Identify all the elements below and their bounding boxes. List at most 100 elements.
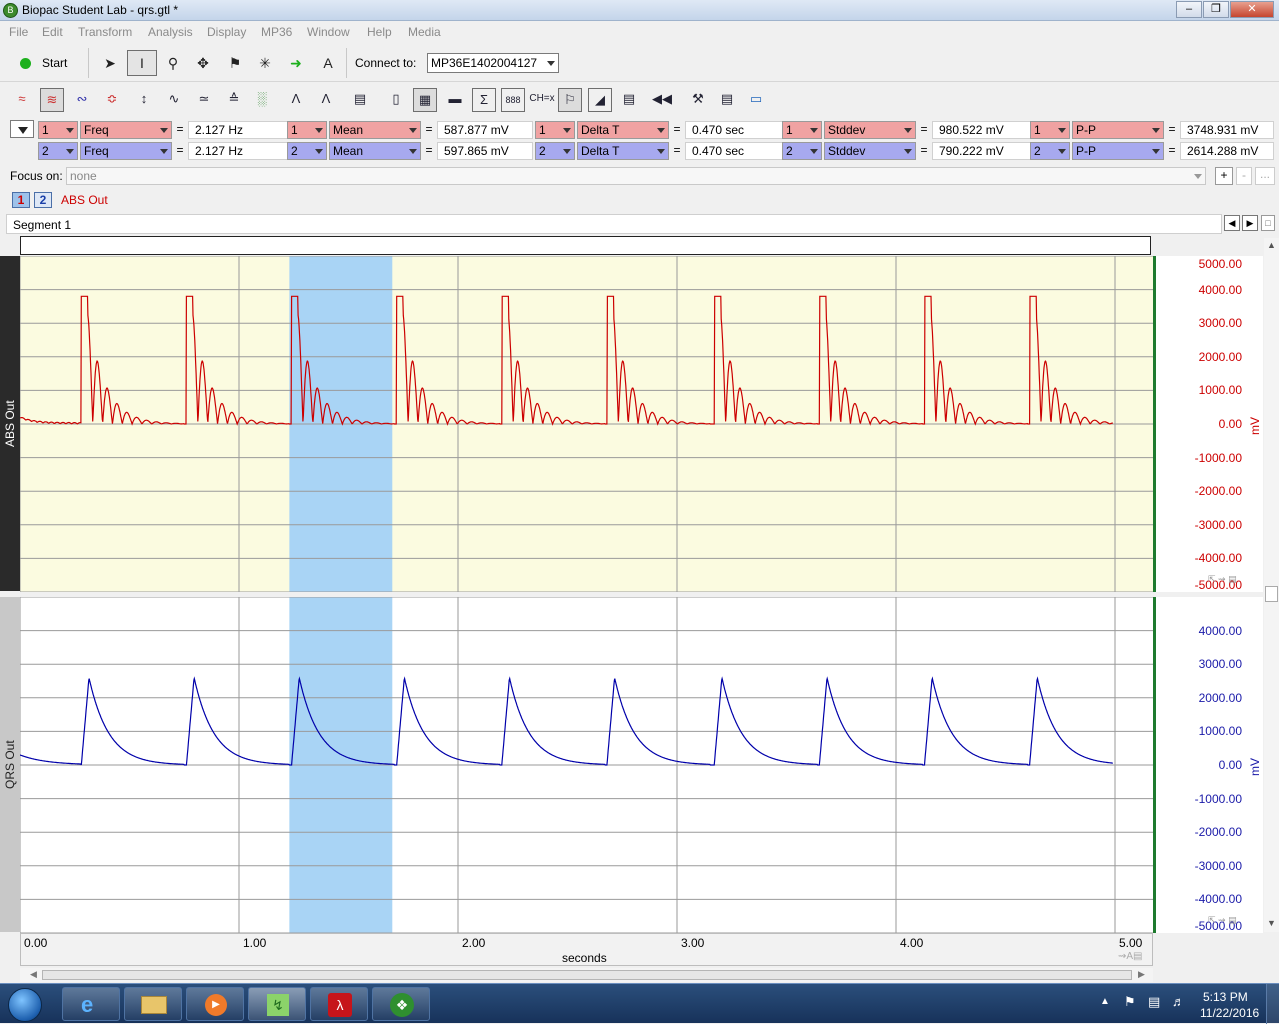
measurement-type-select[interactable]: P-P — [1072, 142, 1164, 160]
pan-tool-icon[interactable]: ✥ — [190, 50, 216, 76]
scroll-down-icon[interactable]: ▼ — [1267, 918, 1276, 928]
vertical-scrollbar[interactable]: ▲ ▼ — [1264, 238, 1279, 932]
segment-prev-button[interactable]: ◀ — [1224, 215, 1240, 231]
cursor-style-icon[interactable]: ◢ — [588, 88, 612, 112]
rewind-icon[interactable]: ◀◀ — [650, 88, 674, 112]
axis-tools-icon[interactable]: ⇱ ⇝ ▤ — [1208, 915, 1237, 926]
next-arrow-icon[interactable]: ➜ — [283, 50, 309, 76]
report-icon[interactable]: ▤ — [617, 88, 641, 112]
windows-start-icon[interactable] — [8, 988, 42, 1022]
focus-select[interactable]: none — [66, 167, 1206, 185]
file-explorer-icon[interactable] — [124, 987, 182, 1021]
menu-display[interactable]: Display — [207, 25, 246, 39]
autoscale-waveforms-icon[interactable]: ∿ — [162, 88, 186, 112]
zoom-tool-icon[interactable]: ⚲ — [160, 50, 186, 76]
measurement-type-select[interactable]: P-P — [1072, 121, 1164, 139]
waveform-icon[interactable]: ≈ — [10, 88, 34, 112]
segment-next-button[interactable]: ▶ — [1242, 215, 1258, 231]
measurement-channel-select[interactable]: 1 — [38, 121, 78, 139]
measurement-channel-select[interactable]: 2 — [782, 142, 822, 160]
adjust-baseline-icon[interactable]: ≙ — [222, 88, 246, 112]
i-beam-tool-icon[interactable]: I — [127, 50, 157, 76]
measurement-channel-select[interactable]: 2 — [287, 142, 327, 160]
maximize-button[interactable]: ❐ — [1203, 1, 1229, 18]
digits-icon[interactable]: 888 — [501, 88, 525, 112]
flag-marker-icon[interactable]: ⚐ — [558, 88, 582, 112]
overlap-segments-icon[interactable]: ≎ — [100, 88, 124, 112]
measurement-type-select[interactable]: Delta T — [577, 121, 669, 139]
internet-explorer-icon[interactable]: e — [62, 987, 120, 1021]
axis-tools-icon[interactable]: ⇱ ⇝ ▤ — [1208, 574, 1237, 585]
tools-icon[interactable]: ⚒ — [686, 88, 710, 112]
event-marker-strip[interactable] — [20, 236, 1151, 255]
peak-icon[interactable]: Λ — [284, 88, 308, 112]
xy-plot-icon[interactable]: ∾ — [70, 88, 94, 112]
channel-2-label-bar[interactable]: QRS Out — [0, 597, 20, 932]
action-center-flag-icon[interactable]: ⚑ — [1124, 994, 1136, 1010]
focus-more-button[interactable]: ... — [1255, 167, 1275, 185]
remove-focus-button[interactable]: - — [1236, 167, 1252, 185]
menu-file[interactable]: File — [9, 25, 28, 39]
menu-analysis[interactable]: Analysis — [148, 25, 193, 39]
peaks-icon[interactable]: Λ — [314, 88, 338, 112]
connect-select[interactable]: MP36E1402004127 — [427, 53, 559, 73]
measurement-channel-select[interactable]: 2 — [1030, 142, 1070, 160]
volume-muted-icon[interactable]: ♬ — [1172, 994, 1185, 1009]
measurement-type-select[interactable]: Mean — [329, 142, 421, 160]
monitor-icon[interactable]: ▭ — [744, 88, 768, 112]
network-icon[interactable]: ▤ — [1148, 994, 1160, 1010]
menu-mp36[interactable]: MP36 — [261, 25, 292, 39]
measurement-channel-select[interactable]: 1 — [287, 121, 327, 139]
scroll-thumb[interactable] — [1265, 586, 1278, 602]
measurement-type-select[interactable]: Mean — [329, 121, 421, 139]
menu-window[interactable]: Window — [307, 25, 350, 39]
flag-tool-icon[interactable]: ⚑ — [222, 50, 248, 76]
measurement-channel-select[interactable]: 1 — [782, 121, 822, 139]
scroll-left-icon[interactable]: ◀ — [30, 969, 37, 980]
measurement-menu-button[interactable] — [10, 120, 34, 138]
show-desktop-button[interactable] — [1266, 984, 1279, 1024]
show-hidden-icons-icon[interactable]: ▲ — [1100, 996, 1110, 1007]
video-icon[interactable]: ▤ — [715, 88, 739, 112]
qrs-out-y-axis[interactable]: 4000.00 3000.00 2000.00 1000.00 0.00 -1000.00… — [1153, 597, 1263, 933]
horizontal-scroll-thumb[interactable] — [42, 970, 1132, 980]
menu-help[interactable]: Help — [367, 25, 392, 39]
journal-icon[interactable]: ▤ — [348, 88, 372, 112]
marker-tool-icon[interactable]: ✳ — [252, 50, 278, 76]
biopac-taskbar-icon[interactable]: ↯ — [248, 987, 306, 1021]
scale-icon[interactable]: ≃ — [192, 88, 216, 112]
segment-menu-button[interactable]: □ — [1261, 215, 1275, 231]
segment-field[interactable]: Segment 1 — [6, 214, 1222, 234]
qrs-out-plot[interactable] — [20, 597, 1153, 933]
ruler-icon[interactable]: ▬ — [443, 88, 467, 112]
abs-out-plot[interactable] — [20, 256, 1153, 592]
measurement-type-select[interactable]: Stddev — [824, 121, 916, 139]
adobe-reader-icon[interactable]: λ — [310, 987, 368, 1021]
channel-tab-2[interactable]: 2 — [34, 192, 52, 208]
measurement-type-select[interactable]: Stddev — [824, 142, 916, 160]
grid-icon[interactable]: ▦ — [413, 88, 437, 112]
menu-media[interactable]: Media — [408, 25, 441, 39]
x-axis-tools-icon[interactable]: ⇝A▤ — [1118, 951, 1143, 962]
start-button[interactable]: Start — [8, 50, 78, 76]
ch-equals-x-button[interactable]: CH=x — [529, 88, 555, 112]
measurement-channel-select[interactable]: 2 — [38, 142, 78, 160]
menu-transform[interactable]: Transform — [78, 25, 132, 39]
horizontal-scrollbar[interactable]: ◀ ▶ — [20, 968, 1153, 982]
measurement-channel-select[interactable]: 1 — [535, 121, 575, 139]
close-button[interactable]: ✕ — [1230, 1, 1274, 18]
channel-tab-1[interactable]: 1 — [12, 192, 30, 208]
minimize-button[interactable]: – — [1176, 1, 1202, 18]
arrow-tool-icon[interactable]: ➤ — [97, 50, 123, 76]
channel-1-label-bar[interactable]: ABS Out — [0, 256, 20, 591]
annotation-tool-icon[interactable]: A — [315, 50, 341, 76]
abs-out-y-axis[interactable]: 5000.00 4000.00 3000.00 2000.00 1000.00 0.00 -… — [1153, 256, 1263, 592]
measurement-type-select[interactable]: Freq — [80, 121, 172, 139]
add-focus-button[interactable]: + — [1215, 167, 1233, 185]
sum-icon[interactable]: Σ — [472, 88, 496, 112]
measurement-channel-select[interactable]: 1 — [1030, 121, 1070, 139]
menu-edit[interactable]: Edit — [42, 25, 63, 39]
measurement-type-select[interactable]: Freq — [80, 142, 172, 160]
text-marker-icon[interactable]: ▯ — [384, 88, 408, 112]
measurement-type-select[interactable]: Delta T — [577, 142, 669, 160]
